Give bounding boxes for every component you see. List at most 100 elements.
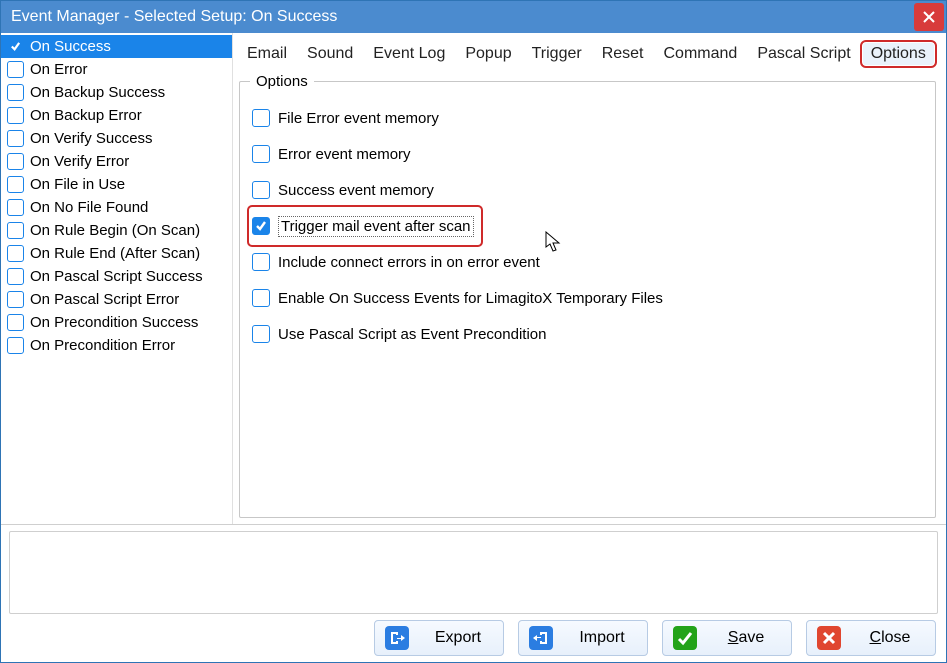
tab-pascal-script[interactable]: Pascal Script bbox=[749, 43, 858, 65]
close-window-button[interactable] bbox=[914, 3, 944, 31]
import-icon bbox=[529, 626, 553, 650]
sidebar-item[interactable]: On Backup Error bbox=[1, 104, 232, 127]
sidebar-item[interactable]: On Rule Begin (On Scan) bbox=[1, 219, 232, 242]
sidebar-item-label: On Backup Success bbox=[30, 84, 165, 101]
export-icon bbox=[385, 626, 409, 650]
button-bar: Export Import Save Close bbox=[374, 620, 936, 656]
checkbox-icon[interactable] bbox=[252, 253, 270, 271]
export-label: Export bbox=[423, 629, 493, 647]
sidebar-item-label: On Precondition Success bbox=[30, 314, 198, 331]
window-title: Event Manager - Selected Setup: On Succe… bbox=[11, 8, 914, 26]
sidebar-item[interactable]: On No File Found bbox=[1, 196, 232, 219]
sidebar-item-label: On Verify Error bbox=[30, 153, 129, 170]
sidebar-item-label: On Error bbox=[30, 61, 88, 78]
sidebar-item-label: On Rule End (After Scan) bbox=[30, 245, 200, 262]
option-label: Enable On Success Events for LimagitoX T… bbox=[278, 290, 663, 307]
tab-reset[interactable]: Reset bbox=[594, 43, 652, 65]
options-list: File Error event memory Error event memor… bbox=[250, 100, 925, 352]
option-label: Include connect errors in on error event bbox=[278, 254, 540, 271]
checkbox-icon[interactable] bbox=[7, 291, 24, 308]
sidebar-item-label: On Precondition Error bbox=[30, 337, 175, 354]
import-label: Import bbox=[567, 629, 637, 647]
checkbox-icon[interactable] bbox=[252, 217, 270, 235]
sidebar-item-label: On Backup Error bbox=[30, 107, 142, 124]
sidebar-item-label: On Pascal Script Error bbox=[30, 291, 179, 308]
sidebar-item[interactable]: On File in Use bbox=[1, 173, 232, 196]
checkbox-icon[interactable] bbox=[7, 314, 24, 331]
checkbox-icon[interactable] bbox=[7, 268, 24, 285]
sidebar-item-label: On Pascal Script Success bbox=[30, 268, 203, 285]
titlebar: Event Manager - Selected Setup: On Succe… bbox=[1, 1, 946, 33]
option-row[interactable]: File Error event memory bbox=[250, 100, 925, 136]
tab-email[interactable]: Email bbox=[239, 43, 295, 65]
checkbox-icon[interactable] bbox=[7, 130, 24, 147]
checkbox-icon[interactable] bbox=[7, 84, 24, 101]
sidebar-item[interactable]: On Pascal Script Success bbox=[1, 265, 232, 288]
tab-event-log[interactable]: Event Log bbox=[365, 43, 453, 65]
save-label: Save bbox=[711, 629, 781, 647]
option-label: Trigger mail event after scan bbox=[278, 216, 474, 237]
options-group: Options File Error event memory Error eve… bbox=[239, 73, 936, 518]
save-rest: ave bbox=[738, 629, 764, 646]
checkbox-icon[interactable] bbox=[7, 245, 24, 262]
option-label: Error event memory bbox=[278, 146, 411, 163]
save-button[interactable]: Save bbox=[662, 620, 792, 656]
sidebar-item[interactable]: On Pascal Script Error bbox=[1, 288, 232, 311]
checkbox-icon[interactable] bbox=[7, 61, 24, 78]
export-button[interactable]: Export bbox=[374, 620, 504, 656]
checkbox-icon[interactable] bbox=[7, 222, 24, 239]
sidebar-item[interactable]: On Success bbox=[1, 35, 232, 58]
tab-sound[interactable]: Sound bbox=[299, 43, 361, 65]
sidebar-item[interactable]: On Precondition Error bbox=[1, 334, 232, 357]
checkbox-icon[interactable] bbox=[7, 107, 24, 124]
event-manager-window: Event Manager - Selected Setup: On Succe… bbox=[0, 0, 947, 663]
option-label: Success event memory bbox=[278, 182, 434, 199]
checkbox-icon[interactable] bbox=[252, 109, 270, 127]
tab-popup[interactable]: Popup bbox=[457, 43, 519, 65]
option-row[interactable]: Error event memory bbox=[250, 136, 925, 172]
tab-command[interactable]: Command bbox=[656, 43, 746, 65]
sidebar-item[interactable]: On Verify Success bbox=[1, 127, 232, 150]
sidebar-item-label: On Success bbox=[30, 38, 111, 55]
close-label: Close bbox=[855, 629, 925, 647]
bottom-area: Export Import Save Close bbox=[1, 524, 946, 662]
sidebar-item-label: On Verify Success bbox=[30, 130, 153, 147]
close-icon bbox=[922, 10, 936, 24]
sidebar-item-label: On File in Use bbox=[30, 176, 125, 193]
checkbox-icon[interactable] bbox=[7, 176, 24, 193]
sidebar-item[interactable]: On Verify Error bbox=[1, 150, 232, 173]
close-rest: lose bbox=[881, 629, 910, 646]
main-panel: EmailSoundEvent LogPopupTriggerResetComm… bbox=[233, 33, 946, 524]
event-list-sidebar[interactable]: On Success On Error On Backup Success On Ba… bbox=[1, 33, 233, 524]
import-button[interactable]: Import bbox=[518, 620, 648, 656]
tabstrip: EmailSoundEvent LogPopupTriggerResetComm… bbox=[239, 39, 936, 73]
option-row[interactable]: Use Pascal Script as Event Precondition bbox=[250, 316, 925, 352]
log-panel[interactable] bbox=[9, 531, 938, 614]
option-row[interactable]: Success event memory bbox=[250, 172, 925, 208]
sidebar-item[interactable]: On Precondition Success bbox=[1, 311, 232, 334]
body-area: On Success On Error On Backup Success On Ba… bbox=[1, 33, 946, 524]
tab-options[interactable]: Options bbox=[863, 43, 934, 65]
close-button[interactable]: Close bbox=[806, 620, 936, 656]
options-legend: Options bbox=[250, 73, 314, 90]
option-row[interactable]: Trigger mail event after scan bbox=[250, 208, 480, 244]
checkbox-icon[interactable] bbox=[7, 337, 24, 354]
x-icon bbox=[817, 626, 841, 650]
sidebar-item-label: On Rule Begin (On Scan) bbox=[30, 222, 200, 239]
option-row[interactable]: Enable On Success Events for LimagitoX T… bbox=[250, 280, 925, 316]
checkbox-icon[interactable] bbox=[252, 181, 270, 199]
checkbox-icon[interactable] bbox=[252, 325, 270, 343]
option-label: File Error event memory bbox=[278, 110, 439, 127]
checkbox-icon[interactable] bbox=[7, 199, 24, 216]
option-row[interactable]: Include connect errors in on error event bbox=[250, 244, 925, 280]
checkbox-icon[interactable] bbox=[252, 289, 270, 307]
sidebar-item[interactable]: On Rule End (After Scan) bbox=[1, 242, 232, 265]
tab-trigger[interactable]: Trigger bbox=[524, 43, 590, 65]
checkbox-icon[interactable] bbox=[252, 145, 270, 163]
checkbox-icon[interactable] bbox=[7, 153, 24, 170]
sidebar-item-label: On No File Found bbox=[30, 199, 148, 216]
option-label: Use Pascal Script as Event Precondition bbox=[278, 326, 546, 343]
checkbox-icon[interactable] bbox=[7, 38, 24, 55]
sidebar-item[interactable]: On Backup Success bbox=[1, 81, 232, 104]
sidebar-item[interactable]: On Error bbox=[1, 58, 232, 81]
